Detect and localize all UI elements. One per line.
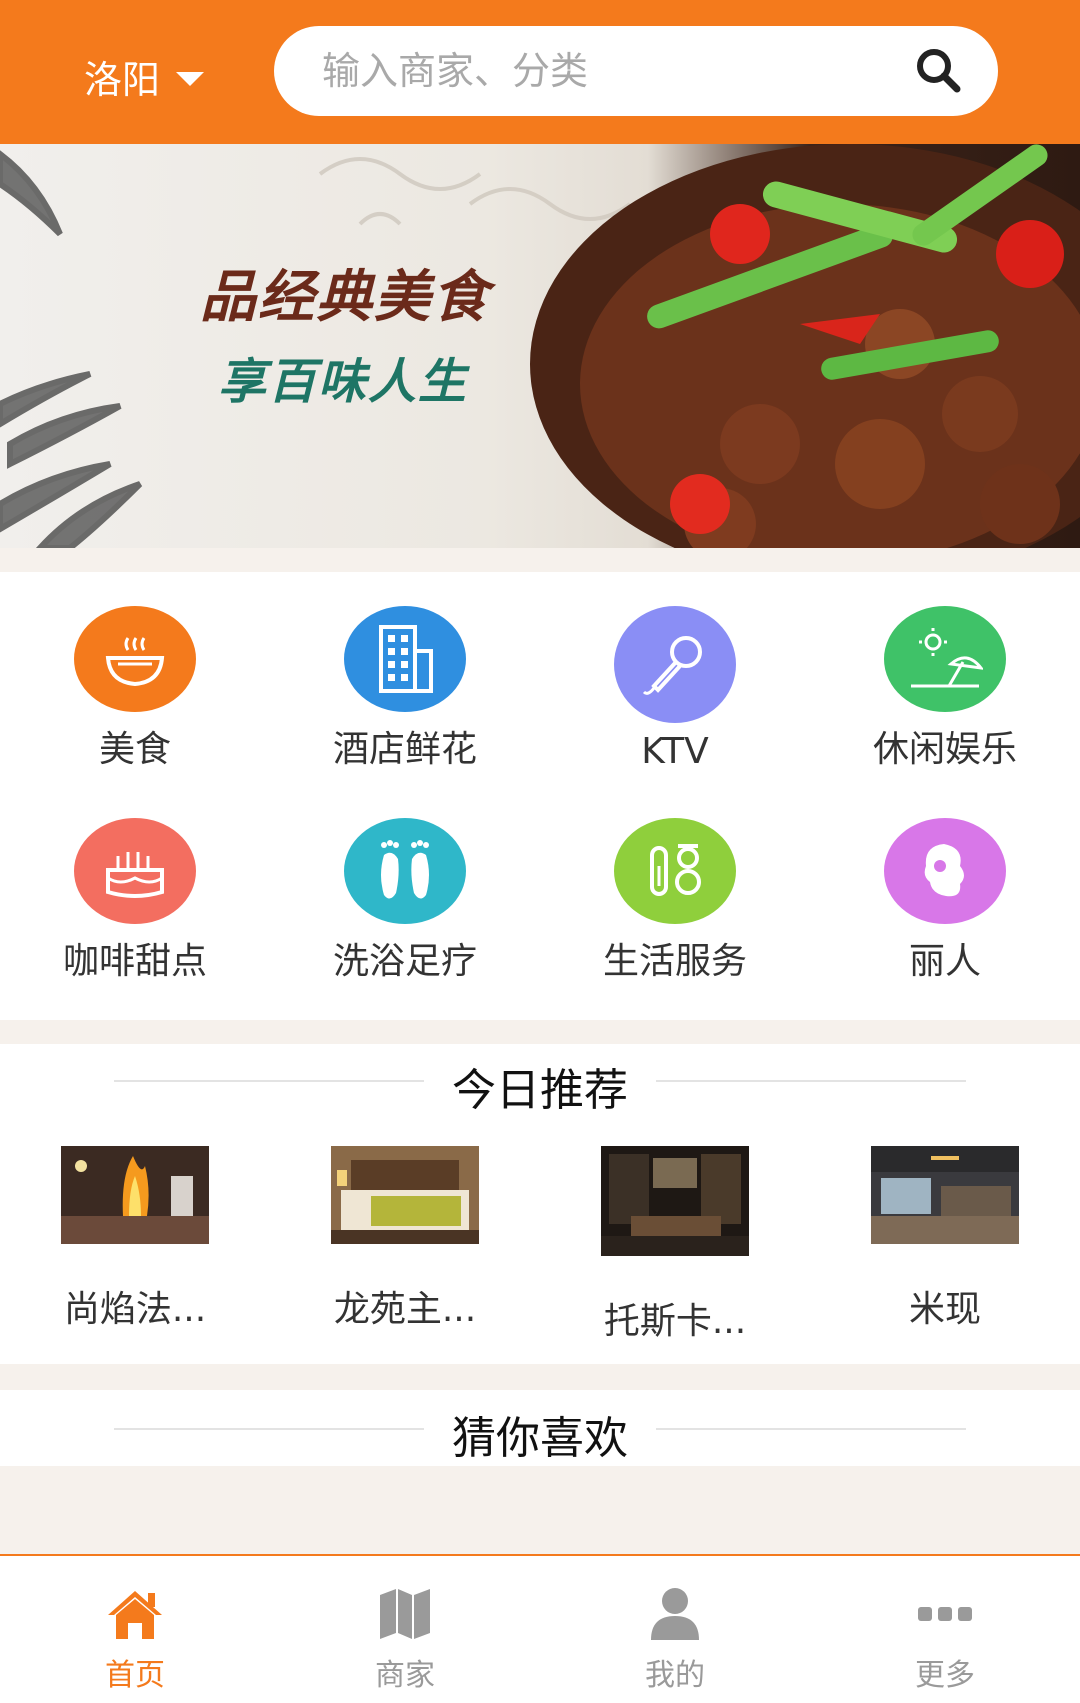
category-label: 咖啡甜点 <box>62 941 207 982</box>
hotel-building-icon <box>344 606 466 712</box>
leisure-beach-icon <box>884 606 1006 712</box>
food-bowl-icon <box>74 606 196 712</box>
hotel-room-thumbnail <box>331 1146 479 1244</box>
restaurant-thumbnail <box>61 1146 209 1244</box>
test-tubes-icon <box>614 818 736 924</box>
category-label: 生活服务 <box>602 941 747 982</box>
recommend-title: 今日推荐 <box>452 1065 628 1116</box>
map-icon <box>378 1584 432 1644</box>
recommend-item-name: 龙苑主... <box>333 1289 477 1330</box>
banner-tagline-1: 品经典美食 <box>200 264 490 330</box>
category-leisure[interactable]: 休闲娱乐 <box>810 572 1080 772</box>
nav-label: 更多 <box>915 1658 975 1693</box>
bottom-nav: 首页 商家 我的 更多 <box>0 1554 1080 1703</box>
category-spa[interactable]: 洗浴足疗 <box>270 784 540 984</box>
nav-label: 我的 <box>645 1658 705 1693</box>
city-label: 洛阳 <box>84 57 161 102</box>
category-label: 洗浴足疗 <box>332 941 477 982</box>
category-label: KTV <box>641 731 709 772</box>
category-label: 丽人 <box>908 941 981 982</box>
category-life-service[interactable]: 生活服务 <box>540 784 810 984</box>
user-icon <box>649 1584 701 1644</box>
category-ktv[interactable]: KTV <box>540 572 810 772</box>
recommend-item-name: 尚焰法... <box>63 1289 207 1330</box>
category-food[interactable]: 美食 <box>0 572 270 772</box>
city-selector[interactable]: 洛阳 <box>84 46 205 106</box>
banner-tagline-2: 享百味人生 <box>218 354 469 410</box>
recommend-item[interactable]: 龙苑主... <box>270 1146 540 1332</box>
category-label: 美食 <box>98 729 171 770</box>
category-cafe[interactable]: 咖啡甜点 <box>0 784 270 984</box>
more-dots-icon <box>918 1584 972 1644</box>
nav-home[interactable]: 首页 <box>0 1556 270 1703</box>
search-input[interactable] <box>320 48 884 94</box>
dining-hall-thumbnail <box>601 1146 749 1256</box>
nav-label: 商家 <box>375 1658 435 1693</box>
search-icon[interactable] <box>914 46 962 98</box>
category-label: 休闲娱乐 <box>872 729 1017 770</box>
category-grid: 美食 酒店鲜花 KTV 休闲娱乐 咖啡甜点 洗浴足疗 生活服务 丽人 <box>0 572 1080 1020</box>
guess-section: 猜你喜欢 <box>0 1390 1080 1466</box>
banner-artwork <box>0 144 1080 548</box>
cafe-interior-thumbnail <box>871 1146 1019 1244</box>
microphone-icon <box>614 606 736 723</box>
woman-hair-icon <box>884 818 1006 924</box>
recommend-item-name: 托斯卡... <box>603 1301 747 1342</box>
top-header: 洛阳 <box>0 0 1080 144</box>
category-beauty[interactable]: 丽人 <box>810 784 1080 984</box>
promo-banner[interactable]: 品经典美食 享百味人生 <box>0 144 1080 548</box>
search-bar[interactable] <box>274 26 998 116</box>
recommend-item[interactable]: 尚焰法... <box>0 1146 270 1332</box>
nav-profile[interactable]: 我的 <box>540 1556 810 1703</box>
recommend-item-name: 米现 <box>908 1289 981 1330</box>
recommend-item[interactable]: 米现 <box>810 1146 1080 1332</box>
nav-merchants[interactable]: 商家 <box>270 1556 540 1703</box>
recommend-section: 今日推荐 尚焰法... 龙苑主... 托斯卡... 米现 <box>0 1044 1080 1364</box>
category-label: 酒店鲜花 <box>332 729 477 770</box>
category-hotel[interactable]: 酒店鲜花 <box>270 572 540 772</box>
guess-title: 猜你喜欢 <box>452 1413 628 1464</box>
caret-down-icon <box>176 72 205 86</box>
nav-more[interactable]: 更多 <box>810 1556 1080 1703</box>
cake-icon <box>74 818 196 924</box>
recommend-item[interactable]: 托斯卡... <box>540 1146 810 1344</box>
home-icon <box>104 1584 166 1644</box>
nav-label: 首页 <box>105 1658 165 1693</box>
footprints-icon <box>344 818 466 924</box>
